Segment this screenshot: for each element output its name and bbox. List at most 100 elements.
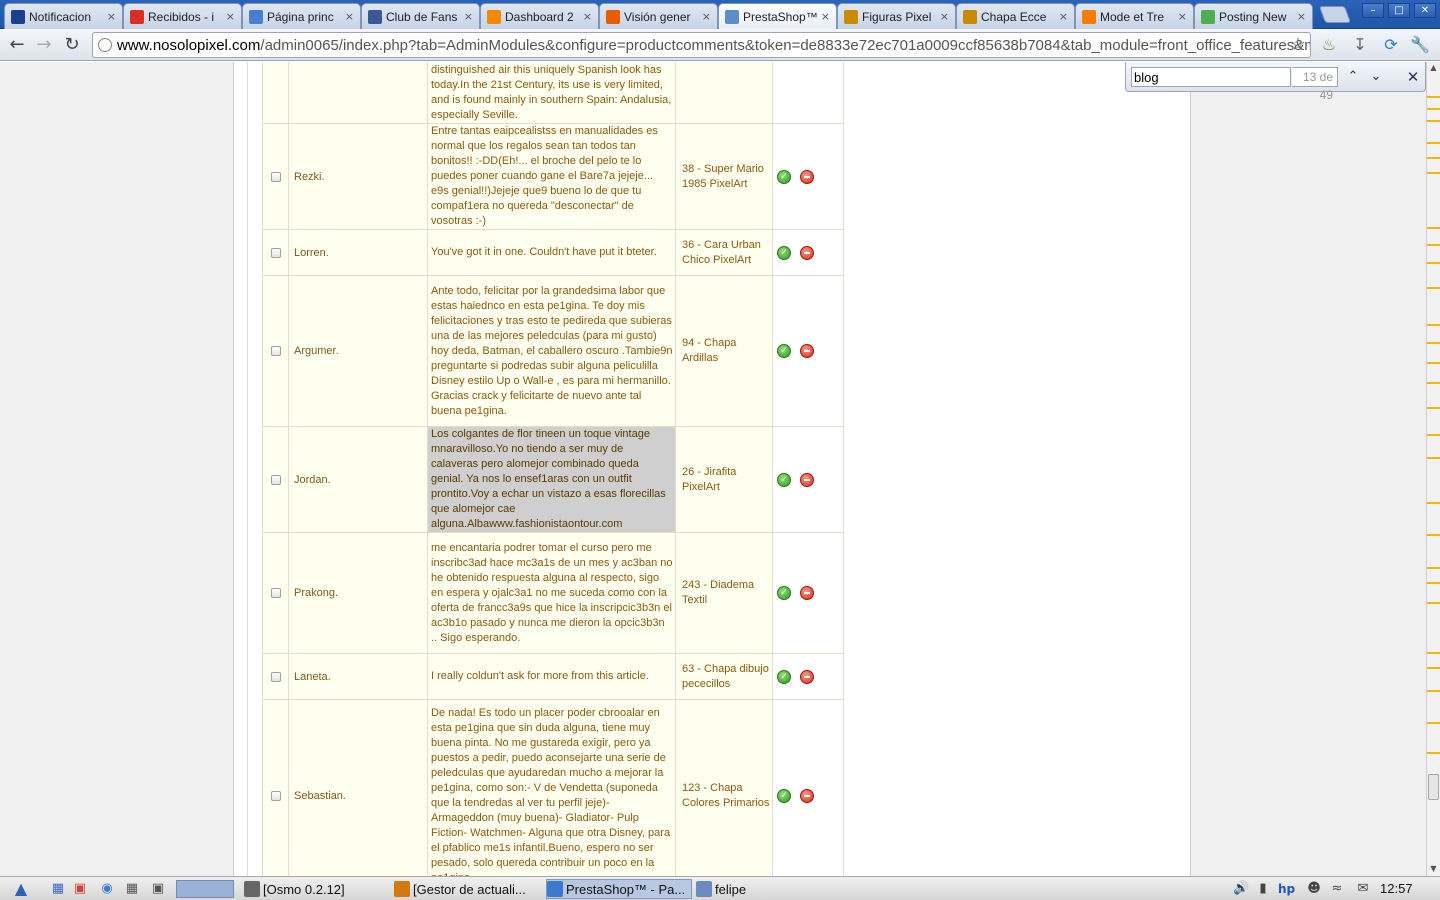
sync-icon[interactable]: ⟳ bbox=[1380, 34, 1402, 56]
tab-title: Visión gener bbox=[624, 9, 691, 24]
scroll-down-arrow[interactable]: ▼ bbox=[1427, 863, 1440, 875]
browser-tab[interactable]: Notificacion × bbox=[4, 3, 123, 29]
find-match-marker bbox=[1427, 172, 1440, 174]
tab-close-icon[interactable]: × bbox=[821, 10, 830, 23]
row-checkbox[interactable] bbox=[271, 346, 281, 356]
find-match-marker bbox=[1427, 227, 1440, 229]
delete-icon[interactable] bbox=[800, 472, 814, 487]
approve-icon[interactable]: ✓ bbox=[777, 788, 791, 803]
row-checkbox[interactable] bbox=[271, 474, 281, 485]
download-icon[interactable]: ↧ bbox=[1349, 34, 1371, 56]
product-cell bbox=[675, 62, 773, 124]
approve-icon[interactable]: ✓ bbox=[777, 669, 791, 684]
product-cell: 26 - Jirafita PixelArt bbox=[675, 426, 773, 533]
maximize-button[interactable]: □ bbox=[1388, 3, 1410, 18]
browser-tab[interactable]: Mode et Tre × bbox=[1075, 3, 1194, 29]
workspace-pager[interactable] bbox=[176, 880, 234, 898]
approve-icon[interactable]: ✓ bbox=[777, 245, 791, 260]
approve-icon[interactable]: ✓ bbox=[777, 344, 791, 358]
posting-icon bbox=[1201, 9, 1215, 24]
find-match-marker bbox=[1427, 120, 1440, 122]
address-bar[interactable]: www.nosolopixel.com/admin0065/index.php?… bbox=[92, 32, 1311, 58]
row-checkbox[interactable] bbox=[271, 171, 281, 182]
tab-close-icon[interactable]: × bbox=[226, 10, 235, 23]
window-switcher-icon[interactable]: ▣ bbox=[150, 881, 166, 897]
calculator-icon[interactable]: ▦ bbox=[124, 881, 140, 897]
delete-icon[interactable] bbox=[800, 669, 814, 684]
scroll-up-arrow[interactable]: ▲ bbox=[1427, 62, 1440, 74]
find-match-marker bbox=[1427, 722, 1440, 724]
forward-button[interactable]: → bbox=[32, 33, 56, 57]
office-icon[interactable]: ▣ bbox=[72, 881, 88, 897]
taskbar-task[interactable]: [Osmo 0.2.12] bbox=[244, 879, 390, 899]
gmx-icon bbox=[11, 9, 25, 24]
row-checkbox[interactable] bbox=[271, 671, 281, 682]
find-input[interactable] bbox=[1131, 67, 1291, 87]
browser-tab[interactable]: Chapa Ecce × bbox=[956, 3, 1075, 29]
find-match-marker bbox=[1427, 244, 1440, 246]
approve-icon[interactable]: ✓ bbox=[777, 586, 791, 600]
browser-tab[interactable]: PrestaShop™ × bbox=[718, 3, 837, 29]
taskbar-task[interactable]: felipe bbox=[696, 879, 816, 899]
find-match-marker bbox=[1427, 602, 1440, 604]
mail-notification-icon[interactable]: ✉ bbox=[1355, 881, 1371, 897]
find-next-button[interactable]: ⌄ bbox=[1365, 67, 1387, 87]
tab-close-icon[interactable]: × bbox=[464, 10, 473, 23]
find-close-button[interactable]: ✕ bbox=[1402, 67, 1424, 87]
hp-icon[interactable]: hp bbox=[1278, 881, 1295, 897]
user-icon[interactable]: ☻ bbox=[1306, 881, 1322, 897]
browser-tab[interactable]: Página princ × bbox=[242, 3, 361, 29]
tab-title: Mode et Tre bbox=[1100, 9, 1165, 24]
bookmark-star-icon[interactable]: ☆ bbox=[1290, 34, 1306, 55]
menu-launcher-icon[interactable]: ▲ bbox=[4, 881, 38, 897]
reload-button[interactable]: ↻ bbox=[60, 33, 84, 57]
wrench-menu-icon[interactable]: 🔧 bbox=[1409, 34, 1431, 56]
tab-close-icon[interactable]: × bbox=[1059, 10, 1068, 23]
browser-tab[interactable]: Posting New × bbox=[1194, 3, 1313, 29]
tab-close-icon[interactable]: × bbox=[1178, 10, 1187, 23]
file-manager-icon[interactable]: ▦ bbox=[50, 881, 66, 897]
minimize-button[interactable]: – bbox=[1362, 3, 1384, 18]
vertical-scrollbar[interactable]: ▲ ▼ bbox=[1426, 62, 1440, 876]
chrome-launcher-icon[interactable]: ◉ bbox=[99, 881, 115, 897]
browser-tab[interactable]: Recibidos - i × bbox=[123, 3, 242, 29]
table-row: Sebastian. De nada! Es todo un placer pod… bbox=[262, 699, 844, 876]
tab-close-icon[interactable]: × bbox=[1297, 10, 1306, 23]
tab-title: Notificacion bbox=[29, 9, 92, 24]
browser-tab[interactable]: Figuras Pixel × bbox=[837, 3, 956, 29]
tab-close-icon[interactable]: × bbox=[940, 10, 949, 23]
approve-icon[interactable]: ✓ bbox=[777, 472, 791, 487]
row-checkbox[interactable] bbox=[271, 247, 281, 258]
row-checkbox[interactable] bbox=[271, 588, 281, 598]
approve-icon[interactable]: ✓ bbox=[777, 169, 791, 184]
browser-tab[interactable]: Dashboard 2 × bbox=[480, 3, 599, 29]
tab-close-icon[interactable]: × bbox=[107, 10, 116, 23]
new-tab-button[interactable] bbox=[1318, 6, 1352, 23]
browser-tab[interactable]: Visión gener × bbox=[599, 3, 718, 29]
extension-basket-icon[interactable]: ♨ bbox=[1318, 34, 1340, 56]
row-checkbox[interactable] bbox=[271, 790, 281, 801]
volume-icon[interactable]: 🔊 bbox=[1233, 881, 1249, 897]
find-previous-button[interactable]: ⌃ bbox=[1342, 67, 1364, 87]
taskbar-task[interactable]: [Gestor de actuali... bbox=[394, 879, 542, 899]
browser-tab[interactable]: Club de Fans × bbox=[361, 3, 480, 29]
wifi-icon[interactable]: ≈ bbox=[1329, 881, 1345, 897]
delete-icon[interactable] bbox=[800, 344, 814, 358]
delete-icon[interactable] bbox=[800, 245, 814, 260]
delete-icon[interactable] bbox=[800, 788, 814, 803]
dashboard-icon bbox=[487, 9, 501, 24]
delete-icon[interactable] bbox=[800, 169, 814, 184]
back-button[interactable]: ← bbox=[5, 33, 29, 57]
author-cell: Lorren. bbox=[288, 229, 428, 276]
taskbar-task[interactable]: PrestaShop™ - Pa... bbox=[546, 879, 692, 899]
find-match-marker bbox=[1427, 534, 1440, 536]
product-cell: 38 - Super Mario 1985 PixelArt bbox=[675, 123, 773, 230]
delete-icon[interactable] bbox=[800, 586, 814, 600]
tab-close-icon[interactable]: × bbox=[583, 10, 592, 23]
tab-close-icon[interactable]: × bbox=[345, 10, 354, 23]
close-window-button[interactable]: ✕ bbox=[1414, 3, 1436, 18]
page-info-icon[interactable] bbox=[98, 38, 112, 52]
tab-close-icon[interactable]: × bbox=[702, 10, 711, 23]
battery-icon[interactable]: ▮ bbox=[1255, 881, 1271, 897]
scroll-thumb[interactable] bbox=[1428, 774, 1439, 800]
